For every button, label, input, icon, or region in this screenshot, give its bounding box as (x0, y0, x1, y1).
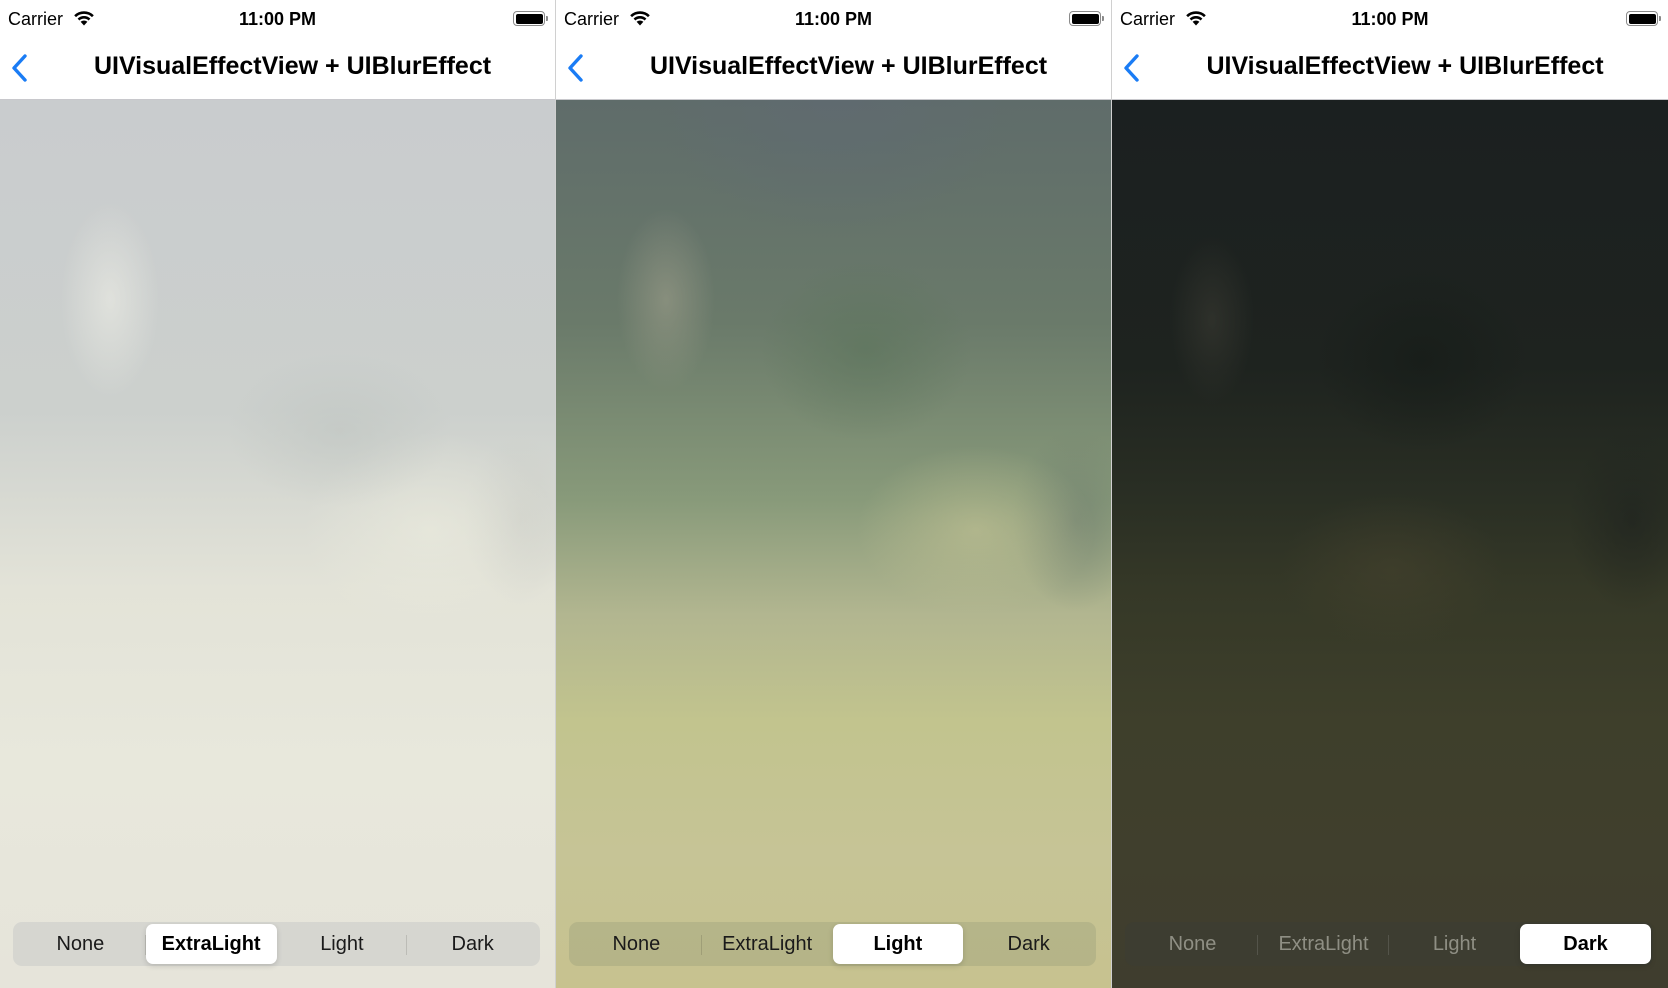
segment-label: None (56, 932, 105, 955)
segment-extralight[interactable]: ExtraLight (702, 924, 833, 964)
segment-label: ExtraLight (161, 932, 261, 955)
blur-effect-view (556, 100, 1111, 988)
status-bar: Carrier 11:00 PM (1112, 0, 1668, 40)
segment-none[interactable]: None (15, 924, 146, 964)
phone-screen-dark: Carrier 11:00 PM UIVisualEffectView + UI… (1112, 0, 1668, 988)
segment-label: Dark (1563, 932, 1608, 955)
blur-style-segmented-control[interactable]: None ExtraLight Light Dark (13, 922, 540, 966)
status-bar: Carrier 11:00 PM (0, 0, 555, 40)
blur-style-segmented-control[interactable]: None ExtraLight Light Dark (569, 922, 1096, 966)
back-chevron-icon[interactable] (6, 48, 36, 88)
segment-light[interactable]: Light (277, 924, 408, 964)
phone-screen-extralight: Carrier 11:00 PM UIVisualEffectView + UI… (0, 0, 556, 988)
segment-label: Dark (451, 932, 494, 955)
segment-label: Light (873, 932, 923, 955)
battery-icon (513, 11, 548, 26)
segment-label: Light (1432, 932, 1477, 955)
back-chevron-icon[interactable] (562, 48, 592, 88)
segment-extralight[interactable]: ExtraLight (145, 924, 277, 964)
battery-icon (1069, 11, 1104, 26)
segment-none[interactable]: None (571, 924, 702, 964)
nav-title: UIVisualEffectView + UIBlurEffect (1206, 52, 1604, 80)
blur-style-segmented-control[interactable]: None ExtraLight Light Dark (1125, 922, 1653, 966)
segment-label: ExtraLight (722, 932, 813, 955)
status-time: 11:00 PM (794, 9, 873, 29)
navigation-bar: UIVisualEffectView + UIBlurEffect (556, 40, 1111, 100)
blur-effect-view (1112, 100, 1668, 988)
segment-label: None (1168, 932, 1217, 955)
status-time: 11:00 PM (238, 9, 317, 29)
segment-label: ExtraLight (1278, 932, 1369, 955)
phone-screen-light: Carrier 11:00 PM UIVisualEffectView + UI… (556, 0, 1112, 988)
segment-extralight[interactable]: ExtraLight (1258, 924, 1389, 964)
segment-label: None (612, 932, 661, 955)
status-bar: Carrier 11:00 PM (556, 0, 1111, 40)
blur-effect-view (0, 100, 555, 988)
segment-dark[interactable]: Dark (1520, 924, 1651, 964)
nav-title: UIVisualEffectView + UIBlurEffect (649, 52, 1048, 80)
segment-light[interactable]: Light (832, 924, 964, 964)
segment-light[interactable]: Light (1389, 924, 1520, 964)
segment-dark[interactable]: Dark (407, 924, 538, 964)
back-chevron-icon[interactable] (1118, 48, 1148, 88)
battery-icon (1626, 11, 1661, 26)
segment-none[interactable]: None (1127, 924, 1258, 964)
navigation-bar: UIVisualEffectView + UIBlurEffect (0, 40, 555, 100)
navigation-bar: UIVisualEffectView + UIBlurEffect (1112, 40, 1668, 100)
segment-label: Light (320, 932, 364, 955)
segment-label: Dark (1007, 932, 1050, 955)
status-time: 11:00 PM (1351, 9, 1429, 29)
segment-dark[interactable]: Dark (963, 924, 1094, 964)
nav-title: UIVisualEffectView + UIBlurEffect (93, 52, 492, 80)
